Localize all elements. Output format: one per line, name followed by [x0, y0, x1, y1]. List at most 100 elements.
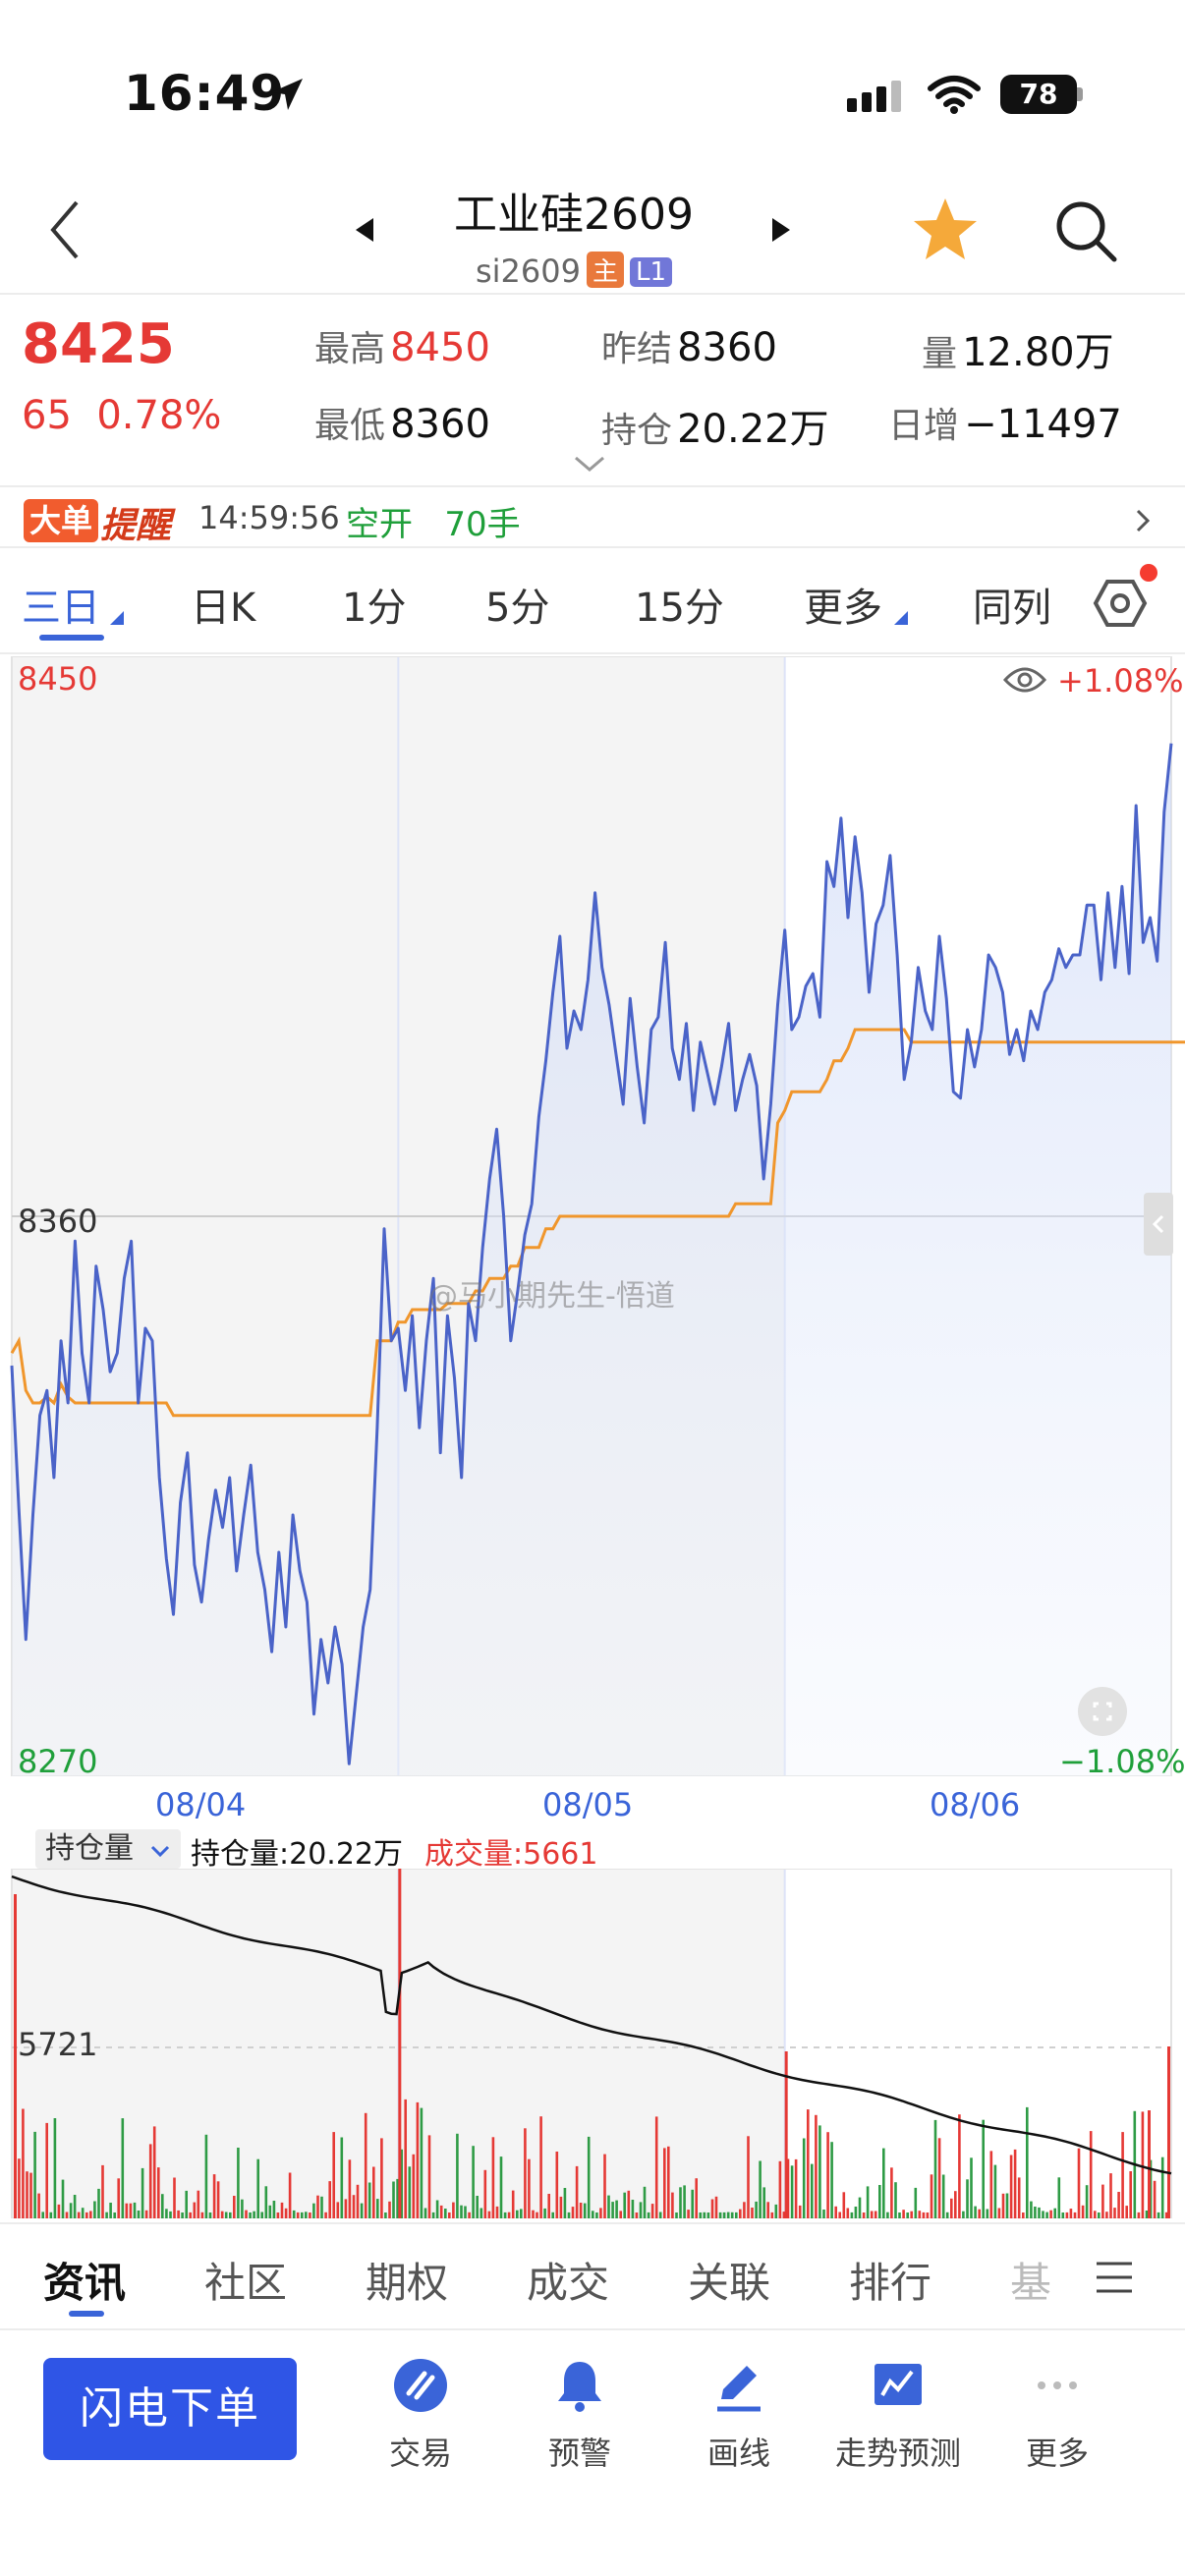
prev-settle-stat: 昨结 8360 [601, 320, 777, 371]
tab-three-day[interactable]: 三日 [22, 576, 100, 633]
fullscreen-icon[interactable] [1077, 1686, 1128, 1737]
volume-bar [1153, 2180, 1157, 2218]
tab-fundamentals[interactable]: 基 [1010, 2250, 1051, 2310]
tab-ranking[interactable]: 排行 [849, 2250, 931, 2310]
volume-bar [208, 2212, 212, 2218]
settings-hexagon-icon[interactable] [1093, 578, 1148, 629]
draw-action[interactable]: 画线 [660, 2356, 818, 2474]
tab-trades[interactable]: 成交 [527, 2250, 609, 2310]
volume-bar [1129, 2171, 1132, 2218]
volume-bar [751, 2208, 754, 2218]
last-price: 8425 [22, 312, 175, 376]
volume-oi-chart[interactable] [0, 1869, 1185, 2218]
volume-value: 12.80万 [962, 330, 1114, 375]
trend-forecast-action[interactable]: 走势预测 [819, 2356, 977, 2474]
volume-bar [1069, 2209, 1073, 2218]
volume-bar [826, 2132, 829, 2218]
alert-time: 14:59:56 [198, 499, 340, 536]
low-percent-label: −1.08% [1059, 1743, 1185, 1780]
active-tab-underline [39, 635, 104, 641]
prev-contract-arrow[interactable] [356, 218, 373, 242]
volume-bar [1109, 2173, 1112, 2218]
volume-bar [456, 2133, 459, 2218]
volume-bar [982, 2119, 985, 2218]
divider [0, 293, 1185, 295]
tab-1min[interactable]: 1分 [342, 576, 406, 633]
volume-bar [695, 2178, 698, 2218]
volume-bar [627, 2190, 631, 2218]
volume-bar [384, 2212, 387, 2218]
volume-bar [520, 2209, 523, 2218]
volume-bar [878, 2185, 881, 2218]
y-mid-label: 8360 [18, 1203, 98, 1240]
tab-same-list[interactable]: 同列 [973, 576, 1051, 633]
high-value: 8450 [390, 325, 490, 370]
volume-bar [1085, 2185, 1089, 2218]
daily-increase-stat: 日增 −11497 [888, 397, 1122, 448]
expand-chevron-icon[interactable] [572, 454, 607, 474]
menu-icon[interactable] [1095, 2260, 1134, 2295]
volume-bar [798, 2205, 802, 2218]
volume-bar [1001, 2193, 1005, 2218]
volume-bar [687, 2210, 690, 2218]
volume-bar [930, 2174, 933, 2218]
tab-5min[interactable]: 5分 [485, 576, 549, 633]
volume-bar [348, 2159, 352, 2218]
next-contract-arrow[interactable] [772, 218, 790, 242]
volume-bar [874, 2211, 877, 2218]
volume-bar [739, 2209, 742, 2218]
volume-bar [583, 2203, 587, 2218]
volume-bar [1148, 2110, 1151, 2218]
eye-icon[interactable] [1002, 664, 1047, 696]
tab-more[interactable]: 更多 [804, 576, 882, 633]
volume-bar [193, 2202, 197, 2218]
volume-bar [464, 2206, 467, 2218]
volume-bar [224, 2212, 228, 2218]
volume-bar [398, 1869, 402, 2218]
volume-bar [654, 2116, 658, 2218]
volume-bar [173, 2177, 176, 2218]
volume-bar [902, 2210, 905, 2218]
favorite-star-icon[interactable] [910, 195, 981, 265]
contract-title: 工业硅2609 [454, 190, 694, 240]
volume-bar [755, 2201, 758, 2218]
back-button[interactable] [45, 196, 85, 263]
intraday-price-chart[interactable] [0, 656, 1185, 1776]
volume-bar [57, 2204, 61, 2218]
tab-daily-k[interactable]: 日K [191, 576, 255, 633]
volume-bar [352, 2195, 356, 2218]
volume-bar [249, 2212, 252, 2218]
indicator-selector[interactable]: 持仓量 [35, 1829, 181, 1869]
divider [0, 652, 1185, 654]
volume-bar [301, 2212, 304, 2218]
volume-bar [922, 2212, 926, 2218]
tab-community[interactable]: 社区 [204, 2250, 287, 2310]
search-icon[interactable] [1051, 196, 1120, 265]
volume-bar [794, 2158, 798, 2218]
tab-related[interactable]: 关联 [688, 2250, 770, 2310]
volume-bar [759, 2160, 762, 2218]
volume-bar [260, 2212, 263, 2218]
side-panel-handle[interactable] [1144, 1193, 1173, 1256]
chevron-right-icon[interactable] [1134, 507, 1154, 534]
volume-bar [1141, 2111, 1145, 2218]
more-action[interactable]: 更多 [979, 2356, 1136, 2474]
low-value: 8360 [390, 402, 490, 447]
level1-badge: L1 [629, 257, 673, 287]
volume-bar [1022, 2212, 1025, 2218]
tab-news[interactable]: 资讯 [43, 2250, 126, 2310]
volume-bar [408, 2166, 412, 2218]
tab-15min[interactable]: 15分 [635, 576, 724, 633]
volume-bar [431, 2212, 435, 2218]
alert-action[interactable]: 预警 [501, 2356, 658, 2474]
volume-bar [133, 2202, 137, 2218]
volume-bar [1117, 2192, 1120, 2218]
trade-action[interactable]: 交易 [342, 2356, 499, 2474]
volume-bar [93, 2201, 96, 2218]
volume-bar [1065, 2212, 1069, 2218]
volume-bar [870, 2211, 874, 2218]
volume-bar [264, 2186, 268, 2218]
flash-order-button[interactable]: 闪电下单 [43, 2358, 297, 2460]
volume-bar [532, 2210, 535, 2218]
tab-options[interactable]: 期权 [366, 2250, 448, 2310]
